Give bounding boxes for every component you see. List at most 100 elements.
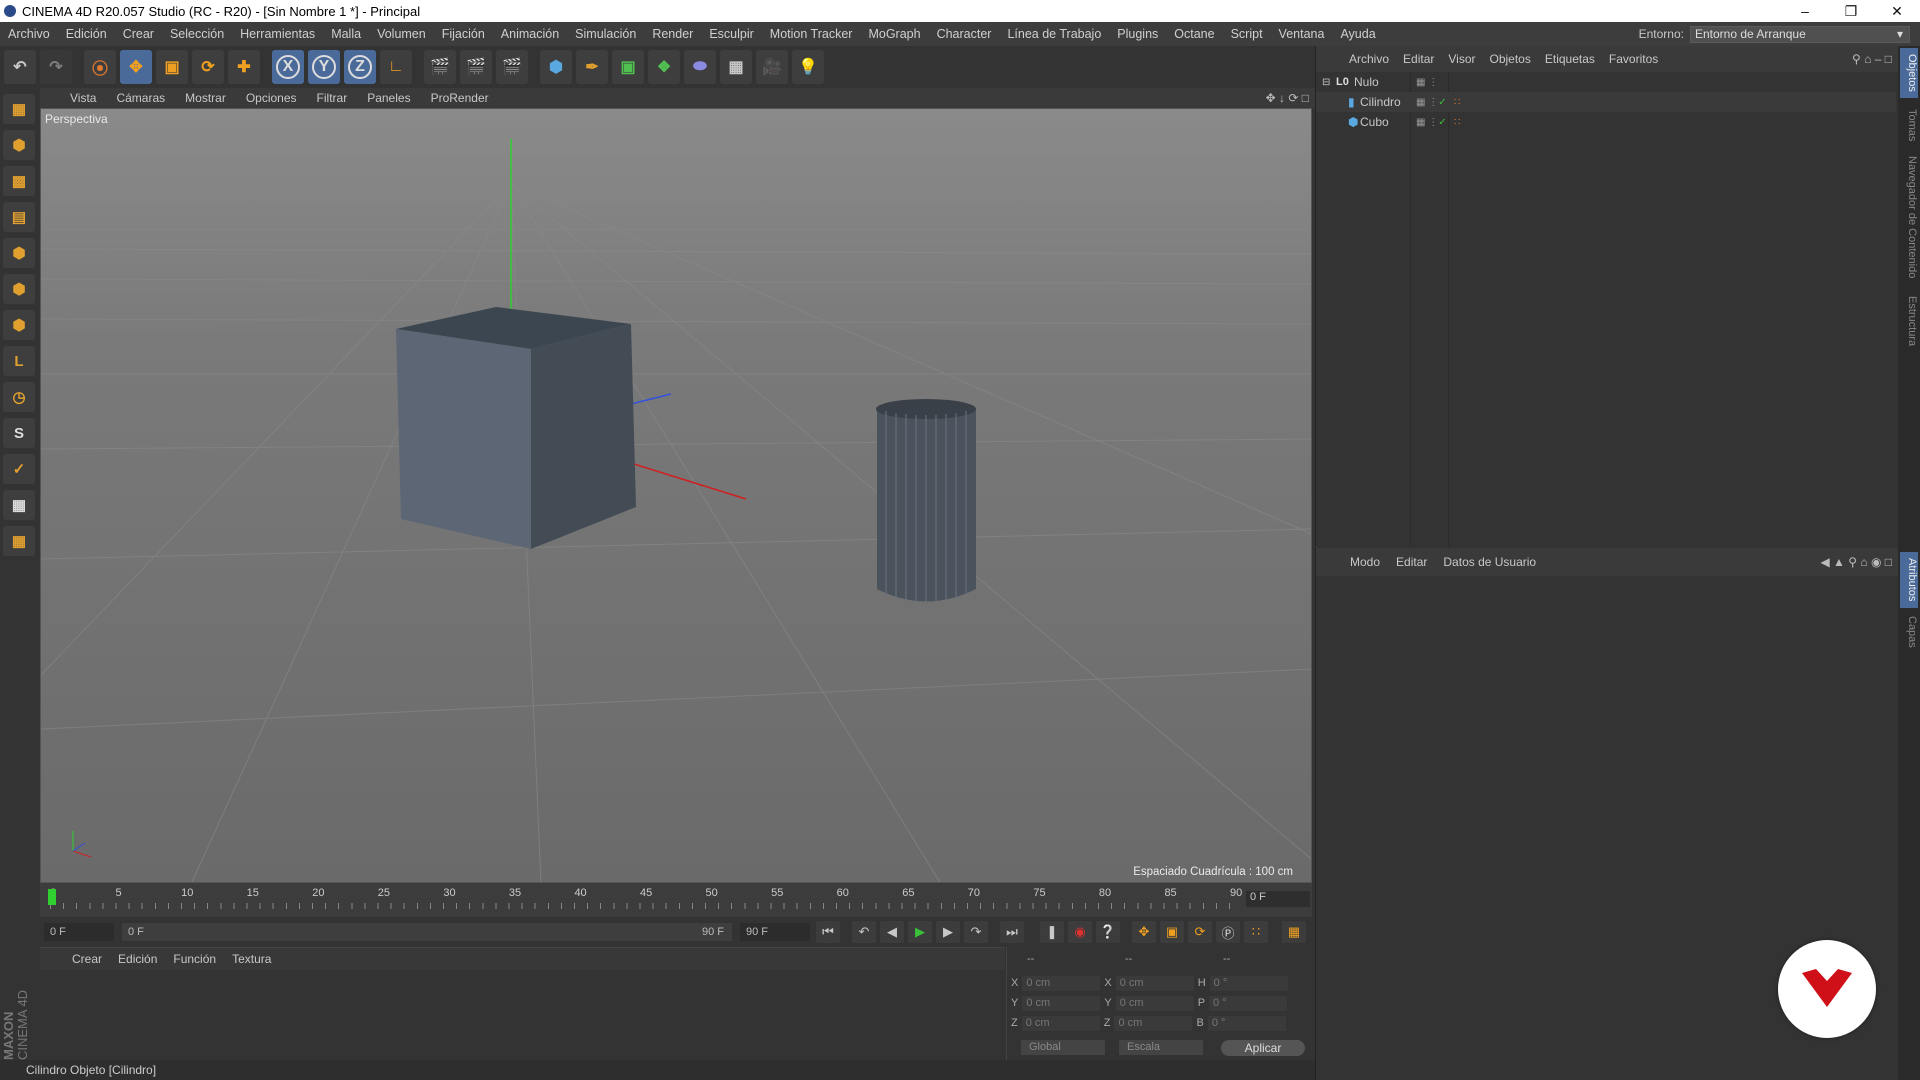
attribute-menu-editar[interactable]: Editar	[1388, 555, 1435, 569]
viewport-menu-filtrar[interactable]: Filtrar	[307, 91, 358, 105]
rotate-tool-button[interactable]: ⟳	[192, 50, 224, 84]
move-tool-button[interactable]: ✥	[120, 50, 152, 84]
viewport-menu-camaras[interactable]: Cámaras	[106, 91, 175, 105]
material-menu-crear[interactable]: Crear	[64, 952, 110, 966]
start-frame-field[interactable]: 0 F	[44, 923, 114, 941]
viewport-nav-icons[interactable]: ✥ ↓ ⟳ □	[1266, 91, 1309, 105]
axis-mode-button[interactable]: L	[3, 346, 35, 376]
rotation-h-field[interactable]: 0 °	[1209, 975, 1288, 991]
viewport-menu-paneles[interactable]: Paneles	[357, 91, 420, 105]
goto-end-button[interactable]: ⏭	[1000, 921, 1024, 943]
position-z-field[interactable]: 0 cm	[1021, 1015, 1100, 1031]
guide-button[interactable]: ▦	[3, 526, 35, 556]
axis-z-lock-button[interactable]: Z	[344, 50, 376, 84]
environment-select[interactable]: Entorno de Arranque ▾	[1690, 25, 1910, 43]
play-button[interactable]: ▶	[908, 921, 932, 943]
expand-icon[interactable]: ⊟	[1322, 77, 1330, 88]
render-view-button[interactable]: 🎬	[424, 50, 456, 84]
tab-capas[interactable]: Capas	[1900, 612, 1918, 652]
render-picture-viewer-button[interactable]: 🎬	[460, 50, 492, 84]
motion-record-button[interactable]: ❚	[1040, 921, 1064, 943]
object-menu-visor[interactable]: Visor	[1441, 52, 1482, 66]
material-menu-funcion[interactable]: Función	[165, 952, 224, 966]
tab-objetos[interactable]: Objetos	[1900, 48, 1918, 98]
next-key-button[interactable]: ↷	[964, 921, 988, 943]
add-cloner-button[interactable]: ❖	[648, 50, 680, 84]
menu-linea-de-trabajo[interactable]: Línea de Trabajo	[999, 27, 1109, 41]
cylinder-object[interactable]	[876, 399, 976, 603]
timeline-layout-button[interactable]: ▦	[1282, 921, 1306, 943]
menu-plugins[interactable]: Plugins	[1109, 27, 1166, 41]
add-camera-button[interactable]: 🎥	[756, 50, 788, 84]
menu-ventana[interactable]: Ventana	[1271, 27, 1333, 41]
menu-fijacion[interactable]: Fijación	[434, 27, 493, 41]
menu-crear[interactable]: Crear	[115, 27, 162, 41]
polygons-mode-button[interactable]: ⬢	[3, 310, 35, 340]
add-subdivision-button[interactable]: ▣	[612, 50, 644, 84]
viewport-menu-vista[interactable]: Vista	[60, 91, 106, 105]
attribute-menu-datos-usuario[interactable]: Datos de Usuario	[1435, 555, 1544, 569]
add-cube-button[interactable]: ⬢	[540, 50, 572, 84]
goto-start-button[interactable]: ⏮	[816, 921, 840, 943]
menu-motion-tracker[interactable]: Motion Tracker	[762, 27, 861, 41]
prev-frame-button[interactable]: ◀	[880, 921, 904, 943]
timeline-ruler[interactable]: 051015202530354045505560657075808590 0 F	[40, 883, 1312, 917]
transform-tool-button[interactable]: ✚	[228, 50, 260, 84]
axis-x-lock-button[interactable]: X	[272, 50, 304, 84]
coord-system-dropdown[interactable]: Global	[1021, 1040, 1105, 1055]
coordinate-system-button[interactable]: ∟	[380, 50, 412, 84]
viewport-perspective[interactable]: Perspectiva Espaciado Cuadrícula : 100 c…	[40, 108, 1312, 883]
object-row-cubo[interactable]: ⬢ Cubo ▦ ⋮✓ ∷	[1316, 112, 1896, 132]
attribute-header-icons[interactable]: ◀ ▲ ⚲ ⌂ ◉ □	[1820, 555, 1892, 569]
minimize-button[interactable]: –	[1782, 3, 1828, 20]
attribute-menu-modo[interactable]: Modo	[1342, 555, 1388, 569]
menu-herramientas[interactable]: Herramientas	[232, 27, 323, 41]
snap-button[interactable]: ✓	[3, 454, 35, 484]
coord-scale-dropdown[interactable]: Escala	[1119, 1040, 1203, 1055]
tab-estructura[interactable]: Estructura	[1900, 290, 1918, 352]
object-row-cilindro[interactable]: ▮ Cilindro ▦ ⋮✓ ∷	[1316, 92, 1896, 112]
make-editable-button[interactable]: ▦	[3, 94, 35, 124]
menu-render[interactable]: Render	[644, 27, 701, 41]
add-spline-button[interactable]: ✒	[576, 50, 608, 84]
render-settings-button[interactable]: 🎬	[496, 50, 528, 84]
menu-script[interactable]: Script	[1223, 27, 1271, 41]
size-z-field[interactable]: 0 cm	[1114, 1015, 1193, 1031]
rotation-b-field[interactable]: 0 °	[1207, 1015, 1286, 1031]
menu-seleccion[interactable]: Selección	[162, 27, 232, 41]
object-menu-archivo[interactable]: Archivo	[1342, 52, 1396, 66]
edges-mode-button[interactable]: ⬢	[3, 274, 35, 304]
tab-tomas[interactable]: Tomas	[1900, 104, 1918, 146]
material-menu-textura[interactable]: Textura	[224, 952, 279, 966]
key-position-button[interactable]: ✥	[1132, 921, 1156, 943]
rotation-p-field[interactable]: 0 °	[1209, 995, 1288, 1011]
menu-mograph[interactable]: MoGraph	[860, 27, 928, 41]
key-rotation-button[interactable]: ⟳	[1188, 921, 1212, 943]
add-light-button[interactable]: 💡	[792, 50, 824, 84]
undo-button[interactable]: ↶	[4, 50, 36, 84]
menu-ayuda[interactable]: Ayuda	[1332, 27, 1383, 41]
redo-button[interactable]: ↷	[40, 50, 72, 84]
material-menu-edicion[interactable]: Edición	[110, 952, 165, 966]
menu-simulacion[interactable]: Simulación	[567, 27, 644, 41]
key-pla-button[interactable]: ∷	[1244, 921, 1268, 943]
viewport-menu-prorender[interactable]: ProRender	[421, 91, 499, 105]
key-parameter-button[interactable]: Ⓟ	[1216, 921, 1240, 943]
object-menu-favoritos[interactable]: Favoritos	[1602, 52, 1665, 66]
visibility-dots-icon[interactable]: ▦ ⋮✓	[1416, 117, 1447, 128]
texture-mode-button[interactable]: ▩	[3, 166, 35, 196]
menu-esculpir[interactable]: Esculpir	[701, 27, 761, 41]
points-mode-button[interactable]: ⬢	[3, 238, 35, 268]
solo-button[interactable]: S	[3, 418, 35, 448]
apply-button[interactable]: Aplicar	[1221, 1040, 1305, 1056]
position-y-field[interactable]: 0 cm	[1022, 995, 1101, 1011]
tweak-mode-button[interactable]: ◷	[3, 382, 35, 412]
scale-tool-button[interactable]: ▣	[156, 50, 188, 84]
playhead-marker[interactable]	[48, 889, 56, 905]
tag-icon[interactable]: ∷	[1454, 97, 1460, 108]
object-header-icons[interactable]: ⚲ ⌂ – □	[1852, 52, 1892, 66]
workplane-lock-button[interactable]: ▦	[3, 490, 35, 520]
visibility-dots-icon[interactable]: ▦ ⋮✓	[1416, 97, 1447, 108]
object-menu-objetos[interactable]: Objetos	[1483, 52, 1538, 66]
live-selection-button[interactable]: ⦿	[84, 50, 116, 84]
